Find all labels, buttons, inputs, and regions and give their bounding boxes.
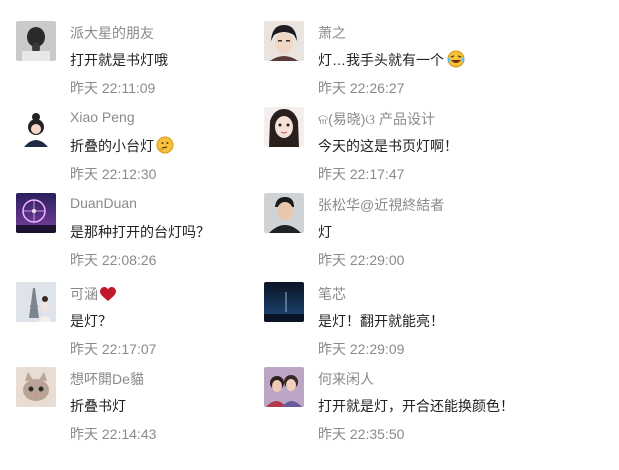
username[interactable]: Xiao Peng bbox=[70, 109, 135, 125]
username[interactable]: DuanDuan bbox=[70, 195, 137, 211]
timestamp: 昨天 22:17:07 bbox=[70, 341, 157, 357]
timestamp: 昨天 22:35:50 bbox=[318, 426, 405, 442]
night-scene-avatar[interactable] bbox=[264, 282, 304, 322]
comment-item: 可涵 是灯？ 昨天 22:17:07 bbox=[16, 282, 306, 362]
comment-text-content: 折叠的小台灯 bbox=[70, 138, 154, 154]
comment-text: 今天的这是书页灯啊！ bbox=[318, 138, 458, 154]
comment-text-content: 灯…我手头就有一个 bbox=[318, 52, 444, 68]
laughing-emoji bbox=[446, 50, 466, 71]
username[interactable]: 想吥閞De貓 bbox=[70, 369, 144, 389]
comment-item: Xiao Peng 折叠的小台灯 昨天 22:12:30 bbox=[16, 107, 306, 187]
comment-text: 折叠的小台灯 bbox=[70, 136, 174, 157]
timestamp: 昨天 22:12:30 bbox=[70, 166, 157, 182]
comment-text: 是灯？ bbox=[70, 313, 112, 329]
comment-text: 灯…我手头就有一个 bbox=[318, 50, 466, 71]
timestamp: 昨天 22:26:27 bbox=[318, 80, 405, 96]
timestamp: 昨天 22:17:47 bbox=[318, 166, 405, 182]
comment-item: ଳ(易晓)ଓ 产品设计 今天的这是书页灯啊！ 昨天 22:17:47 bbox=[264, 107, 554, 187]
timestamp: 昨天 22:08:26 bbox=[70, 252, 157, 268]
comment-item: 想吥閞De貓 折叠书灯 昨天 22:14:43 bbox=[16, 367, 306, 447]
username[interactable]: 派大星的朋友 bbox=[70, 23, 154, 43]
username[interactable]: 何来闲人 bbox=[318, 369, 374, 389]
timestamp: 昨天 22:11:09 bbox=[70, 80, 156, 96]
comment-item: 何来闲人 打开就是灯，开合还能换颜色！ 昨天 22:35:50 bbox=[264, 367, 554, 447]
cat-avatar[interactable] bbox=[16, 367, 56, 407]
comment-item: 萧之 灯…我手头就有一个 昨天 22:26:27 bbox=[264, 21, 554, 101]
eiffel-tower-avatar[interactable] bbox=[16, 282, 56, 322]
man-avatar[interactable] bbox=[264, 193, 304, 233]
comment-item: 笔芯 是灯！翻开就能亮！ 昨天 22:29:09 bbox=[264, 282, 554, 362]
username[interactable]: 张松华@近視終結者 bbox=[318, 195, 444, 215]
girl-face-avatar[interactable] bbox=[264, 107, 304, 147]
couple-avatar[interactable] bbox=[264, 367, 304, 407]
comment-text: 是那种打开的台灯吗？ bbox=[70, 224, 210, 240]
heart-emoji bbox=[100, 287, 116, 305]
comment-item: 派大星的朋友 打开就是书灯哦 昨天 22:11:09 bbox=[16, 21, 306, 101]
username[interactable]: 笔芯 bbox=[318, 284, 346, 304]
username[interactable]: 萧之 bbox=[318, 23, 346, 43]
username: 可涵 bbox=[70, 284, 116, 305]
username[interactable]: ଳ(易晓)ଓ 产品设计 bbox=[318, 109, 435, 129]
comment-text: 打开就是书灯哦 bbox=[70, 52, 168, 68]
ferris-wheel-avatar[interactable] bbox=[16, 193, 56, 233]
comment-item: 张松华@近視終結者 灯 昨天 22:29:00 bbox=[264, 193, 554, 273]
timestamp: 昨天 22:14:43 bbox=[70, 426, 157, 442]
thinking-emoji bbox=[156, 136, 174, 157]
username-label[interactable]: 可涵 bbox=[70, 286, 98, 302]
comment-text: 打开就是灯，开合还能换颜色！ bbox=[318, 398, 514, 414]
cartoon-girl-avatar[interactable] bbox=[16, 107, 56, 147]
girl-back-avatar[interactable] bbox=[16, 21, 56, 61]
comment-text: 是灯！翻开就能亮！ bbox=[318, 313, 444, 329]
timestamp: 昨天 22:29:09 bbox=[318, 341, 405, 357]
timestamp: 昨天 22:29:00 bbox=[318, 252, 405, 268]
comment-text: 折叠书灯 bbox=[70, 398, 126, 414]
comment-text: 灯 bbox=[318, 224, 332, 240]
anime-man-avatar[interactable] bbox=[264, 21, 304, 61]
comment-item: DuanDuan 是那种打开的台灯吗？ 昨天 22:08:26 bbox=[16, 193, 306, 273]
